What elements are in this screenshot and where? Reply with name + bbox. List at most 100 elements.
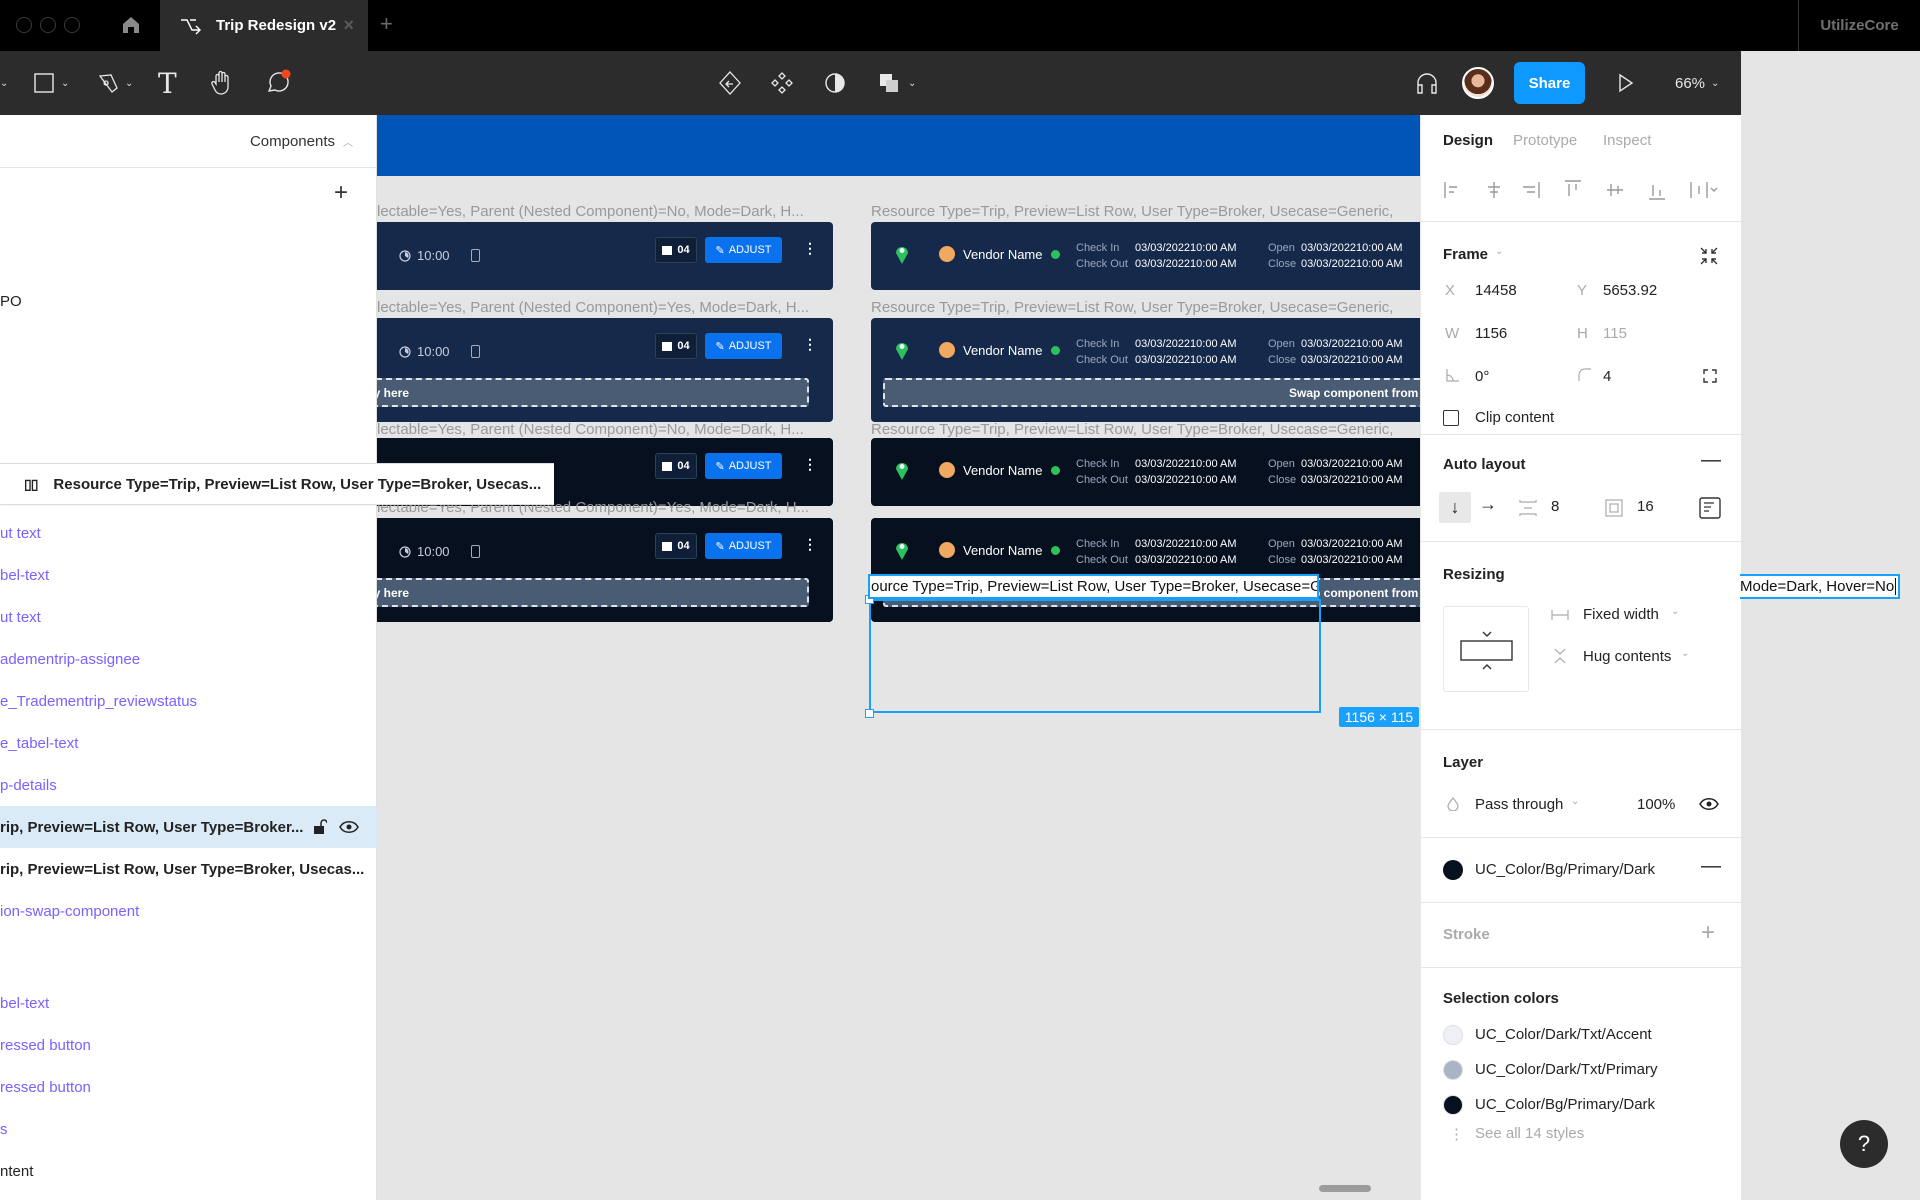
window-close-button[interactable] bbox=[16, 17, 32, 33]
blend-mode-dropdown[interactable]: Pass through bbox=[1475, 796, 1563, 813]
padding-field[interactable]: 16 bbox=[1637, 498, 1654, 515]
layer-item[interactable]: ressed button bbox=[0, 1066, 377, 1108]
org-name[interactable]: UtilizeCore bbox=[1798, 0, 1920, 51]
resize-handle[interactable] bbox=[865, 709, 874, 718]
color-style-name[interactable]: UC_Color/Bg/Primary/Dark bbox=[1475, 1096, 1655, 1113]
layer-item[interactable]: e_tabel-text bbox=[0, 722, 377, 764]
layer-item[interactable]: e_Tradementrip_reviewstatus bbox=[0, 680, 377, 722]
nested-component-dropzone[interactable]: ry here bbox=[377, 578, 809, 607]
photo-count-badge[interactable]: 04 bbox=[655, 453, 697, 479]
trip-card[interactable]: Vendor Name Check In 03/03/202210:00 AM Che… bbox=[871, 222, 1420, 290]
alignment-toolbar[interactable] bbox=[1443, 179, 1723, 201]
spacing-field[interactable]: 8 bbox=[1551, 498, 1559, 515]
fill-style-name[interactable]: UC_Color/Bg/Primary/Dark bbox=[1475, 861, 1655, 878]
see-all-styles-link[interactable]: See all 14 styles bbox=[1475, 1125, 1584, 1142]
avatar[interactable] bbox=[1462, 67, 1494, 99]
layer-item[interactable]: ion-swap-component bbox=[0, 890, 377, 932]
hand-tool[interactable] bbox=[210, 51, 234, 115]
photo-count-badge[interactable]: 04 bbox=[655, 333, 697, 359]
add-stroke-button[interactable]: + bbox=[1701, 919, 1715, 947]
remove-auto-layout-button[interactable]: — bbox=[1701, 449, 1721, 472]
window-minimize-button[interactable] bbox=[40, 17, 56, 33]
color-swatch[interactable] bbox=[1443, 1095, 1463, 1115]
share-button[interactable]: Share bbox=[1514, 62, 1585, 104]
w-field[interactable]: 1156 bbox=[1475, 325, 1507, 342]
tab-close-icon[interactable]: × bbox=[343, 15, 354, 36]
layer-item[interactable]: ressed button bbox=[0, 1024, 377, 1066]
nested-component-dropzone[interactable]: ry here bbox=[377, 378, 809, 407]
component-variant-label[interactable]: Resource Type=Trip, Preview=List Row, Us… bbox=[871, 421, 1420, 438]
eye-icon[interactable] bbox=[1699, 797, 1719, 811]
component-variant-label[interactable]: lectable=Yes, Parent (Nested Component)=… bbox=[377, 421, 837, 438]
trip-card[interactable]: 10:00 04 ✎ADJUST ⋮ ry here bbox=[377, 518, 833, 622]
clip-content-checkbox[interactable] bbox=[1443, 410, 1459, 426]
independent-corners-icon[interactable] bbox=[1703, 369, 1717, 383]
mask-button[interactable] bbox=[824, 51, 846, 115]
components-section-header[interactable]: Components ︿ bbox=[0, 115, 377, 168]
corner-radius-field[interactable]: 4 bbox=[1603, 368, 1611, 385]
layer-item[interactable]: bel-text bbox=[0, 982, 377, 1024]
horizontal-scrollbar[interactable] bbox=[1319, 1185, 1371, 1192]
component-variant-label[interactable]: Resource Type=Trip, Preview=List Row, Us… bbox=[871, 203, 1420, 220]
comment-tool[interactable] bbox=[264, 51, 292, 115]
trip-card[interactable]: Vendor Name Check In 03/03/202210:00 AM Che… bbox=[871, 438, 1420, 506]
new-tab-button[interactable]: + bbox=[380, 11, 393, 37]
canvas[interactable]: lectable=Yes, Parent (Nested Component)=… bbox=[377, 115, 1420, 1200]
color-style-name[interactable]: UC_Color/Dark/Txt/Primary bbox=[1475, 1061, 1658, 1078]
layer-rename-input[interactable]: ource Type=Trip, Preview=List Row, User … bbox=[868, 574, 1319, 599]
direction-horizontal-button[interactable]: → bbox=[1479, 494, 1497, 515]
frame-tool[interactable]: ⌄ bbox=[33, 51, 69, 115]
boolean-button[interactable]: ⌄ bbox=[878, 51, 916, 115]
more-options-icon[interactable]: ⋮ bbox=[803, 240, 817, 257]
photo-count-badge[interactable]: 04 bbox=[655, 533, 697, 559]
h-field[interactable]: 115 bbox=[1603, 325, 1627, 342]
trip-card[interactable]: Vendor Name Check In 03/03/202210:00 AM Che… bbox=[871, 518, 1420, 622]
rotation-field[interactable]: 0° bbox=[1475, 368, 1489, 385]
help-button[interactable]: ? bbox=[1840, 1120, 1888, 1168]
more-options-icon[interactable]: ⋮ bbox=[803, 456, 817, 473]
add-button[interactable]: + bbox=[334, 179, 348, 207]
alignment-icon[interactable] bbox=[1699, 497, 1721, 519]
adjust-button[interactable]: ✎ ADJUST bbox=[705, 533, 782, 559]
adjust-button[interactable]: ✎ ADJUST bbox=[705, 333, 782, 359]
collapse-icon[interactable] bbox=[1699, 246, 1719, 266]
trip-card[interactable]: Vendor Name Check In 03/03/202210:00 AM Che… bbox=[871, 318, 1420, 422]
horizontal-resize-dropdown[interactable]: Fixed width bbox=[1583, 606, 1659, 623]
color-swatch[interactable] bbox=[1443, 1060, 1463, 1080]
layer-item[interactable]: ut text bbox=[0, 596, 377, 638]
layer-item[interactable]: PO bbox=[0, 280, 377, 322]
layer-item[interactable]: adementrip-assignee bbox=[0, 638, 377, 680]
eye-icon[interactable] bbox=[339, 820, 359, 834]
frame-title[interactable]: Frame bbox=[1443, 246, 1488, 263]
y-field[interactable]: 5653.92 bbox=[1603, 282, 1657, 299]
text-tool[interactable]: T bbox=[158, 51, 177, 115]
pen-tool[interactable]: ⌄ bbox=[97, 51, 133, 115]
color-style-name[interactable]: UC_Color/Dark/Txt/Accent bbox=[1475, 1026, 1652, 1043]
layer-item[interactable]: p-details bbox=[0, 764, 377, 806]
component-variant-label[interactable]: lectable=Yes, Parent (Nested Component)=… bbox=[377, 203, 837, 220]
direction-vertical-button[interactable]: ↓ bbox=[1439, 492, 1471, 523]
zoom-dropdown[interactable]: 66% ⌄ bbox=[1675, 51, 1719, 115]
create-component-button[interactable] bbox=[718, 51, 742, 115]
component-variant-label[interactable]: lectable=Yes, Parent (Nested Component)=… bbox=[377, 299, 837, 316]
canvas-frame-header[interactable] bbox=[377, 115, 1420, 176]
layer-item[interactable]: rip, Preview=List Row, User Type=Broker.… bbox=[0, 806, 377, 848]
layer-item[interactable]: ntent bbox=[0, 1150, 377, 1192]
remove-fill-button[interactable]: — bbox=[1701, 855, 1721, 878]
tab-trip-redesign[interactable]: Trip Redesign v2 × bbox=[160, 0, 368, 51]
fill-swatch[interactable] bbox=[1443, 860, 1463, 880]
more-options-icon[interactable]: ⋮ bbox=[803, 536, 817, 553]
unlock-icon[interactable] bbox=[313, 819, 327, 835]
audio-button[interactable] bbox=[1414, 51, 1440, 115]
adjust-button[interactable]: ✎ ADJUST bbox=[705, 453, 782, 479]
tab-inspect[interactable]: Inspect bbox=[1603, 132, 1651, 149]
trip-card[interactable]: 10:00 04 ✎ADJUST ⋮ bbox=[377, 222, 833, 290]
color-swatch[interactable] bbox=[1443, 1025, 1463, 1045]
x-field[interactable]: 14458 bbox=[1475, 282, 1517, 299]
layer-item[interactable]: bel-text bbox=[0, 554, 377, 596]
layer-item[interactable]: ut text bbox=[0, 512, 377, 554]
layer-rename-input-overflow[interactable]: Mode=Dark, Hover=No bbox=[1740, 574, 1900, 599]
layer-item[interactable]: rip, Preview=List Row, User Type=Broker,… bbox=[0, 848, 377, 890]
present-button[interactable] bbox=[1618, 51, 1634, 115]
components-button[interactable] bbox=[770, 51, 794, 115]
